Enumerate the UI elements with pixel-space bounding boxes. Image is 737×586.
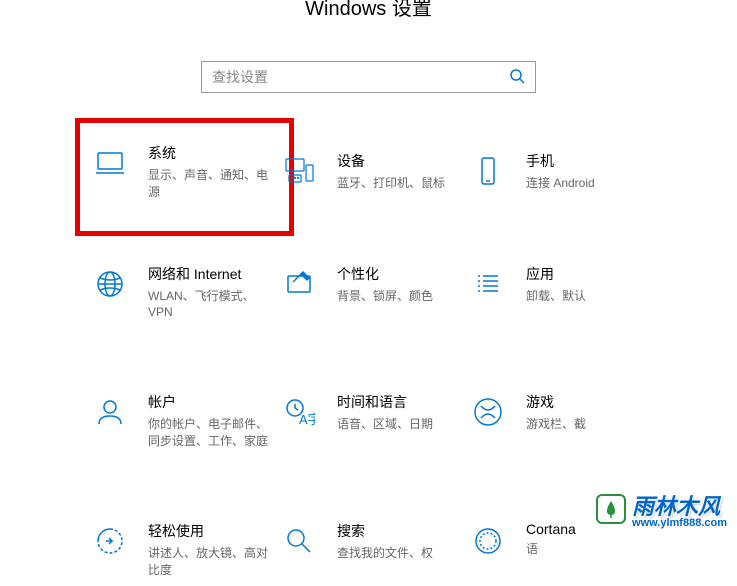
watermark-url: www.ylmf888.com (632, 517, 727, 529)
tile-desc: 你的帐户、电子邮件、同步设置、工作、家庭 (148, 416, 279, 450)
search-icon (509, 68, 525, 87)
search-tile-icon (279, 521, 319, 561)
accounts-icon (90, 392, 130, 432)
search-box[interactable] (201, 61, 536, 93)
tile-gaming[interactable]: 游戏 游戏栏、截 (468, 384, 657, 458)
time-language-icon: A字 (279, 392, 319, 432)
tile-title: 手机 (526, 151, 657, 171)
tile-desc: 语音、区域、日期 (337, 416, 468, 433)
phone-icon (468, 151, 508, 191)
tile-title: 个性化 (337, 264, 468, 284)
ease-icon (90, 521, 130, 561)
tile-title: 网络和 Internet (148, 264, 279, 284)
personalization-icon (279, 264, 319, 304)
apps-icon (468, 264, 508, 304)
tile-title: 轻松使用 (148, 521, 279, 541)
tile-title: 搜索 (337, 521, 468, 541)
tile-desc: 背景、锁屏、颜色 (337, 288, 468, 305)
tile-system[interactable]: 系统 显示、声音、通知、电源 (75, 118, 294, 236)
tile-desc: 查找我的文件、权 (337, 545, 468, 562)
tile-desc: 连接 Android (526, 175, 657, 192)
tile-desc: 显示、声音、通知、电源 (148, 167, 279, 201)
tile-devices[interactable]: 设备 蓝牙、打印机、鼠标 (279, 143, 468, 201)
watermark-brand: 雨林木风 (632, 494, 720, 519)
tile-network[interactable]: 网络和 Internet WLAN、飞行模式、VPN (90, 256, 279, 330)
gaming-icon (468, 392, 508, 432)
tile-apps[interactable]: 应用 卸载、默认 (468, 256, 657, 330)
tile-desc: 游戏栏、截 (526, 416, 657, 433)
tile-desc: 讲述人、放大镜、高对比度 (148, 545, 279, 579)
devices-icon (279, 151, 319, 191)
watermark: 雨林木风 www.ylmf888.com (596, 489, 727, 529)
tile-phone[interactable]: 手机 连接 Android (468, 143, 657, 201)
page-title: Windows 设置 (0, 0, 737, 21)
tile-desc: WLAN、飞行模式、VPN (148, 288, 279, 322)
svg-text:A字: A字 (299, 412, 315, 427)
cortana-icon (468, 521, 508, 561)
watermark-logo-icon (596, 494, 626, 524)
tile-desc: 语 (526, 541, 657, 558)
tile-accounts[interactable]: 帐户 你的帐户、电子邮件、同步设置、工作、家庭 (90, 384, 279, 458)
tile-title: 系统 (148, 143, 279, 163)
tile-title: 设备 (337, 151, 468, 171)
tile-title: 游戏 (526, 392, 657, 412)
tile-title: 帐户 (148, 392, 279, 412)
tile-time-language[interactable]: A字 时间和语言 语音、区域、日期 (279, 384, 468, 458)
tile-desc: 卸载、默认 (526, 288, 657, 305)
network-icon (90, 264, 130, 304)
tile-ease-of-access[interactable]: 轻松使用 讲述人、放大镜、高对比度 (90, 513, 279, 586)
system-icon (90, 143, 130, 183)
tile-search[interactable]: 搜索 查找我的文件、权 (279, 513, 468, 586)
tile-title: 应用 (526, 264, 657, 284)
tile-personalization[interactable]: 个性化 背景、锁屏、颜色 (279, 256, 468, 330)
tile-desc: 蓝牙、打印机、鼠标 (337, 175, 468, 192)
search-input[interactable] (212, 69, 509, 85)
tile-title: 时间和语言 (337, 392, 468, 412)
